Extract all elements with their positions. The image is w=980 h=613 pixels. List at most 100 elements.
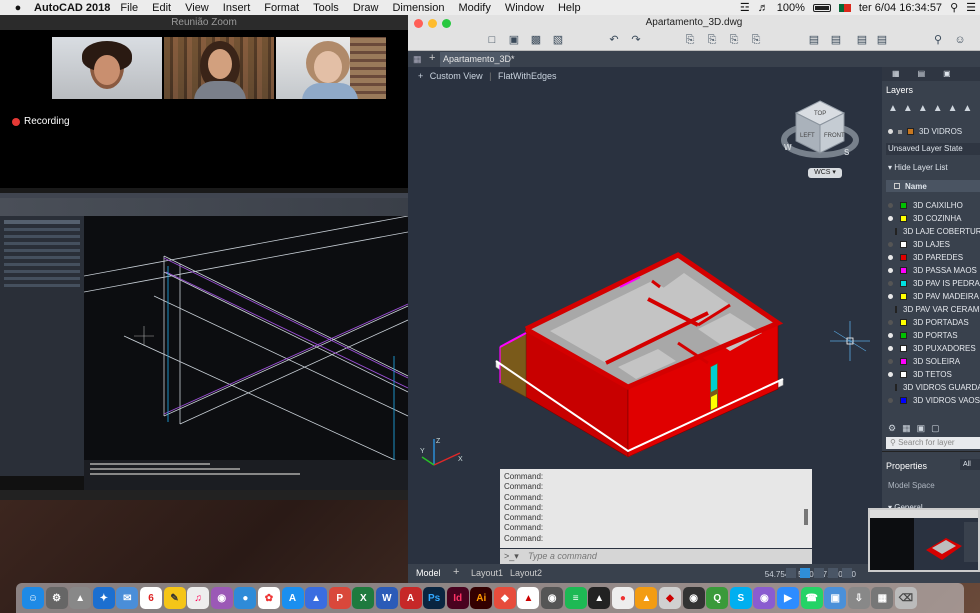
match-properties-icon[interactable]: ▤ [856,34,868,46]
layer-color-swatch[interactable] [900,241,907,248]
illustrator-icon[interactable]: Ai [470,587,493,609]
downloads-icon[interactable]: ⇩ [847,587,870,609]
layer-color-swatch[interactable] [900,280,907,287]
participant-video-1[interactable] [52,37,162,99]
safari-icon[interactable]: ✦ [92,587,115,609]
plot-icon[interactable]: ⎘ [684,34,696,46]
whatsapp-icon[interactable]: ☎ [800,587,823,609]
app-menu[interactable]: AutoCAD 2018 [34,2,110,14]
layer-visibility-bulb-icon[interactable] [888,346,893,351]
layer-row[interactable]: 3D VIDROS GUARDA [882,381,980,394]
zoom-icon[interactable]: ▶ [777,587,799,609]
apple-icon[interactable]: ● [10,2,26,14]
redo-icon[interactable]: ↷ [630,34,642,46]
input-source-flag-icon[interactable] [838,3,851,12]
layer-visibility-bulb-icon[interactable] [888,255,893,260]
mail-icon[interactable]: ✉ [116,587,139,609]
volume-icon[interactable]: ♬ [758,2,769,14]
menu-dimension[interactable]: Dimension [392,2,444,14]
autocad-icon[interactable]: A [399,587,422,609]
osnap-toggle-icon[interactable] [842,568,852,578]
layer-row[interactable]: 3D CAIXILHO [882,199,980,212]
camera-icon[interactable]: ◉ [682,587,705,609]
control-center-icon[interactable]: ☰ [966,1,976,14]
menu-insert[interactable]: Insert [223,2,251,14]
teams-icon[interactable]: ◉ [753,587,776,609]
new-file-icon[interactable]: □ [486,34,498,46]
layer-color-swatch[interactable] [900,267,907,274]
batch-plot-icon[interactable]: ⎘ [706,34,718,46]
share-icon[interactable]: ⎘ [750,34,762,46]
layer-visibility-bulb-icon[interactable] [888,398,893,403]
indesign-icon[interactable]: Id [446,587,469,609]
save-as-icon[interactable]: ▧ [552,34,564,46]
layer-visibility-bulb-icon[interactable] [888,242,893,247]
layer-row[interactable]: 3D PAREDES [882,251,980,264]
layer-color-swatch[interactable] [895,384,897,391]
launchpad-icon[interactable]: ▲ [69,587,92,609]
layer-color-swatch[interactable] [900,202,907,209]
system-preferences-icon[interactable]: ⚙ [45,587,68,609]
layer-visibility-bulb-icon[interactable] [888,320,893,325]
design-center-icon[interactable]: ▤ [876,34,888,46]
menu-window[interactable]: Window [505,2,544,14]
layer-row[interactable]: 3D VIDROS VAOS [882,394,980,407]
layer-color-swatch[interactable] [900,358,907,365]
calendar-icon[interactable]: 6 [139,587,162,609]
layer-row[interactable]: 3D PUXADORES [882,342,980,355]
layer-row[interactable]: 3D PAV IS PEDRA [882,277,980,290]
app-store-icon[interactable]: A [281,587,304,609]
layer-visibility-bulb-icon[interactable] [888,372,893,377]
command-scrollbar[interactable] [804,509,808,525]
close-button[interactable] [414,19,423,28]
snap-toggle-icon[interactable] [800,568,810,578]
music-icon[interactable]: ♫ [187,587,210,609]
layer-row[interactable]: 3D PAV MADEIRA [882,290,980,303]
select-all-checkbox[interactable] [894,183,900,189]
minimize-button[interactable] [428,19,437,28]
menu-view[interactable]: View [185,2,209,14]
tab-model[interactable]: Model [416,568,441,578]
name-column-header[interactable]: Name [905,182,927,191]
layer-row[interactable]: 3D SOLEIRA [882,355,980,368]
participant-video-3[interactable] [276,37,386,99]
layer-settings-icon[interactable]: ⚙ [888,423,896,434]
layer-icon[interactable]: ▤ [808,34,820,46]
layer-color-swatch[interactable] [895,228,897,235]
start-grid-icon[interactable]: ▦ [413,54,422,65]
spotify-icon[interactable]: ≡ [564,587,587,609]
photos-icon[interactable]: ✿ [257,587,280,609]
finder-icon[interactable]: ☺ [22,587,44,609]
photoshop-icon[interactable]: Ps [423,587,446,609]
layer-tool-6-icon[interactable]: ▲ [963,103,973,114]
save-icon[interactable]: ▩ [530,34,542,46]
wifi-icon[interactable]: ☲ [740,1,750,14]
layers-tab-icon[interactable]: ▦ [892,69,900,79]
layer-row[interactable]: 3D PORTAS [882,329,980,342]
menu-help[interactable]: Help [558,2,581,14]
vlc-icon[interactable]: ▲ [588,587,611,609]
document-tab[interactable]: Apartamento_3D* [440,52,515,67]
layer-color-swatch[interactable] [900,254,907,261]
word-icon[interactable]: W [375,587,398,609]
messages-icon[interactable]: ● [234,587,257,609]
grid-toggle-icon[interactable] [786,568,796,578]
layer-color-swatch[interactable] [900,293,907,300]
layer-color-swatch[interactable] [895,306,897,313]
notes-icon[interactable]: ✎ [163,587,186,609]
hide-layer-list-toggle[interactable]: ▾ Hide Layer List [888,163,948,172]
trash-icon[interactable]: ⌫ [894,587,917,609]
new-layout-button[interactable]: + [453,566,459,578]
current-layer-row[interactable]: 3D VIDROS [888,127,962,136]
sketch-icon[interactable]: ◆ [659,587,682,609]
layer-color-swatch[interactable] [900,371,907,378]
excel-icon[interactable]: X [352,587,375,609]
properties-icon[interactable]: ▤ [830,34,842,46]
tab-layout1[interactable]: Layout1 [471,568,503,578]
delete-layer-icon[interactable]: ▢ [931,423,940,434]
menubar-clock[interactable]: ter 6/04 16:34:57 [859,2,942,14]
layer-row[interactable]: 3D LAJES [882,238,980,251]
layer-color-swatch[interactable] [900,332,907,339]
layer-tool-3-icon[interactable]: ▲ [918,103,928,114]
menu-modify[interactable]: Modify [458,2,490,14]
